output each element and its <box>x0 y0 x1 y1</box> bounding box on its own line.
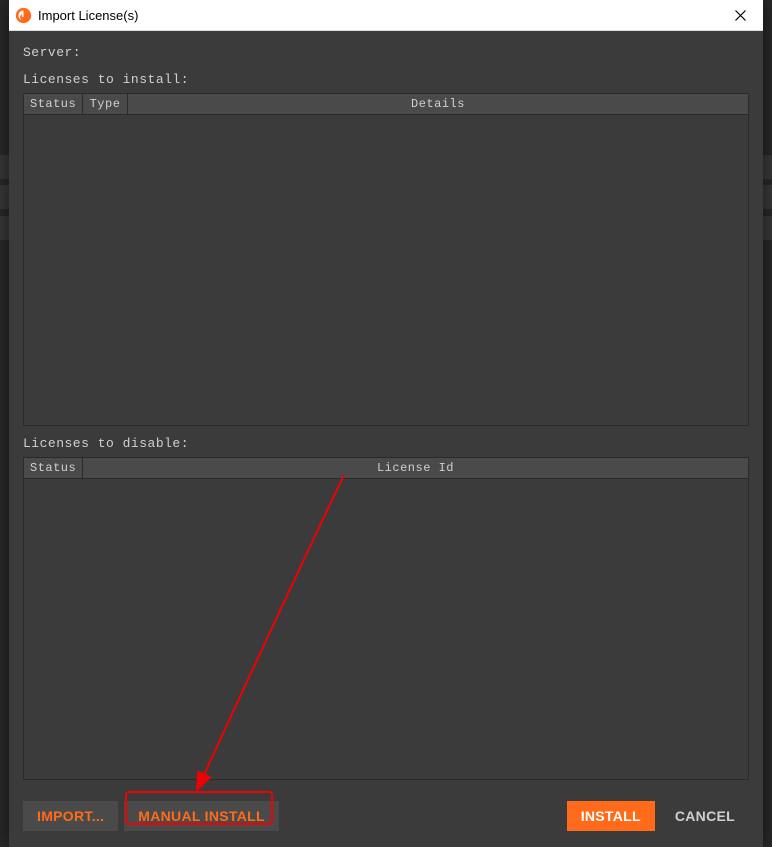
install-table-body[interactable] <box>24 115 748 425</box>
cancel-button[interactable]: CANCEL <box>661 801 749 831</box>
server-label: Server: <box>23 45 81 60</box>
column-license-id[interactable]: License Id <box>83 458 748 478</box>
install-button[interactable]: INSTALL <box>567 801 655 831</box>
titlebar: Import License(s) <box>9 0 763 31</box>
dialog-body: Server: Licenses to install: Status Type… <box>9 31 763 793</box>
column-details[interactable]: Details <box>128 94 748 114</box>
button-bar: IMPORT... MANUAL INSTALL INSTALL CANCEL <box>9 793 763 847</box>
table-header: Status Type Details <box>24 94 748 115</box>
window-title: Import License(s) <box>38 8 717 23</box>
table-header: Status License Id <box>24 458 748 479</box>
column-type[interactable]: Type <box>83 94 128 114</box>
licenses-disable-label: Licenses to disable: <box>23 436 749 451</box>
licenses-install-section: Licenses to install: Status Type Details <box>23 72 749 426</box>
import-license-dialog: Import License(s) Server: Licenses to in… <box>9 0 763 847</box>
houdini-app-icon <box>15 7 32 24</box>
column-status[interactable]: Status <box>24 94 83 114</box>
licenses-disable-section: Licenses to disable: Status License Id <box>23 436 749 780</box>
manual-install-button[interactable]: MANUAL INSTALL <box>124 801 279 831</box>
column-status[interactable]: Status <box>24 458 83 478</box>
disable-table-body[interactable] <box>24 479 748 779</box>
import-button[interactable]: IMPORT... <box>23 801 118 831</box>
server-field: Server: <box>23 45 749 60</box>
close-button[interactable] <box>717 0 763 30</box>
licenses-install-table: Status Type Details <box>23 93 749 426</box>
licenses-install-label: Licenses to install: <box>23 72 749 87</box>
licenses-disable-table: Status License Id <box>23 457 749 780</box>
